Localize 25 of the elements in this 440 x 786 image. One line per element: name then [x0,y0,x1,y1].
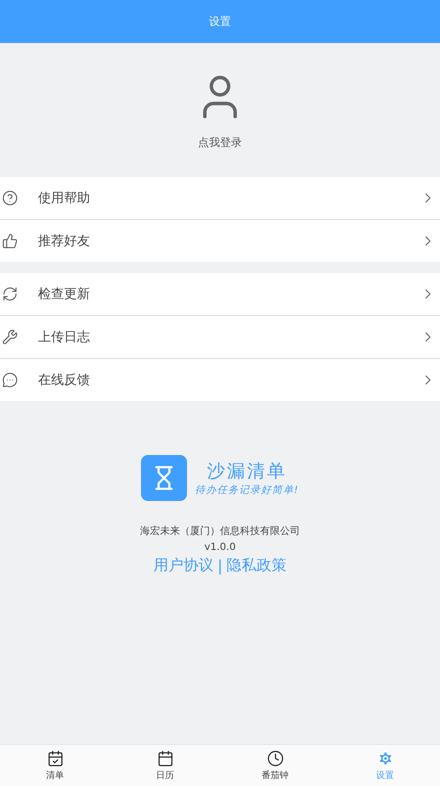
link-separator: | [217,556,223,574]
wrench-icon [2,329,18,345]
clock-icon [266,750,284,766]
calendar-icon [156,750,174,766]
menu-item[interactable]: 检查更新 [0,273,440,315]
header-title: 设置 [209,14,231,29]
menu-item[interactable]: 推荐好友 [0,219,440,262]
chat-bubble-icon [2,372,18,388]
menu-item[interactable]: 在线反馈 [0,358,440,401]
app-slogan: 待办任务记录好简单! [194,484,299,497]
app-name: 沙漏清单 [206,460,287,483]
tab-item[interactable]: 日历 [110,745,220,786]
calendar-check-icon [46,750,64,766]
refresh-icon [2,286,18,302]
thumbs-up-icon [2,233,18,249]
help-icon [2,190,18,206]
version-text: v1.0.0 [204,542,236,553]
login-link[interactable]: 点我登录 [198,134,242,150]
settings-icon [376,750,394,766]
menu-item[interactable]: 上传日志 [0,315,440,358]
company-name: 海宏未来（厦门）信息科技有限公司 [140,524,300,538]
app-logo-icon [140,455,187,501]
tab-item[interactable]: 番茄钟 [220,745,330,786]
menu-item[interactable]: 使用帮助 [0,177,440,219]
tab-item[interactable]: 清单 [0,745,110,786]
